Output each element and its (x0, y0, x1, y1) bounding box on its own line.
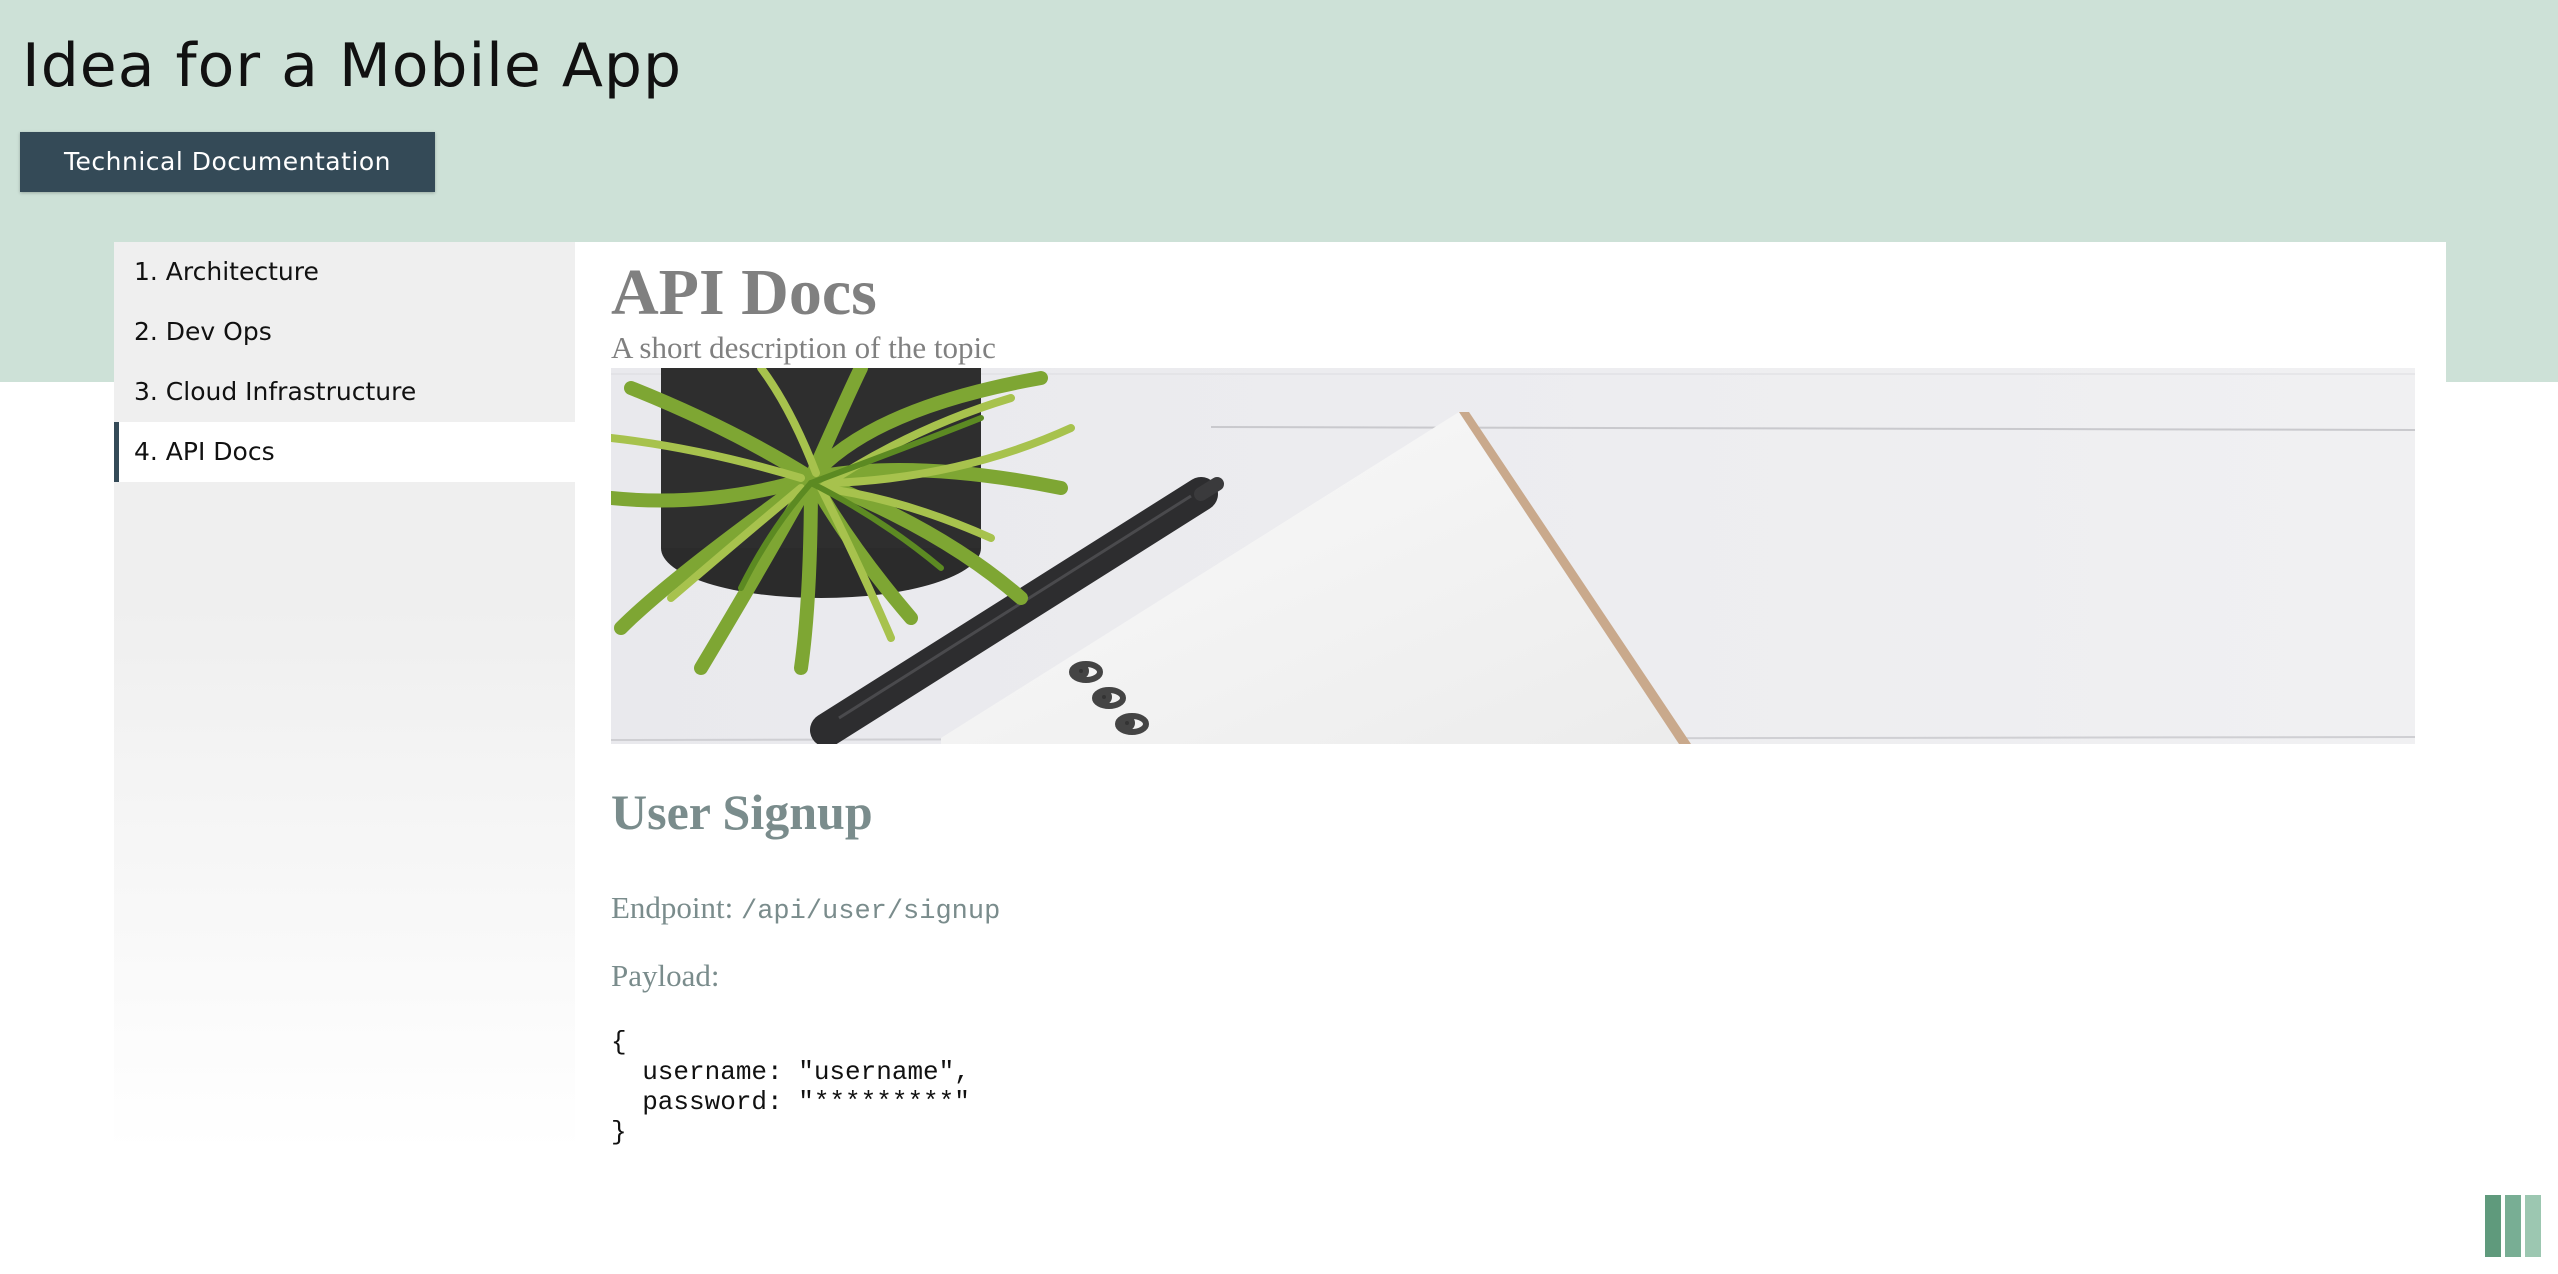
endpoint-label: Endpoint: (611, 890, 734, 925)
endpoint-line: Endpoint: /api/user/signup (611, 888, 1000, 932)
desk-illustration (611, 368, 2415, 744)
section-heading: User Signup (611, 784, 873, 840)
sidebar-item-architecture[interactable]: 1. Architecture (114, 242, 575, 302)
sidebar-item-dev-ops[interactable]: 2. Dev Ops (114, 302, 575, 362)
sidebar-nav: 1. Architecture 2. Dev Ops 3. Cloud Infr… (114, 242, 575, 1152)
technical-documentation-button[interactable]: Technical Documentation (20, 132, 435, 192)
main-content: API Docs A short description of the topi… (575, 242, 2446, 1242)
hero-image (611, 368, 2415, 744)
sidebar-item-cloud-infrastructure[interactable]: 3. Cloud Infrastructure (114, 362, 575, 422)
sidebar-item-api-docs[interactable]: 4. API Docs (114, 422, 575, 482)
app-logo-icon (2485, 1195, 2541, 1257)
page-title: API Docs (611, 256, 877, 329)
endpoint-value: /api/user/signup (741, 897, 1001, 927)
app-title: Idea for a Mobile App (22, 31, 683, 101)
page-description: A short description of the topic (611, 330, 996, 365)
payload-code-block: { username: "username", password: "*****… (611, 1027, 970, 1147)
payload-label: Payload: (611, 958, 720, 993)
